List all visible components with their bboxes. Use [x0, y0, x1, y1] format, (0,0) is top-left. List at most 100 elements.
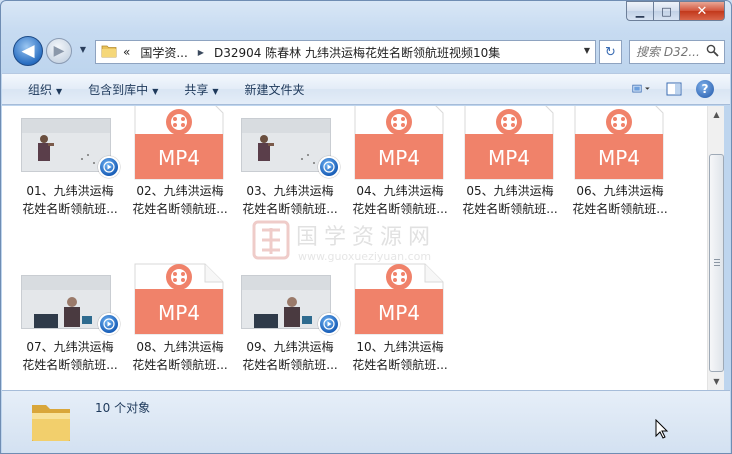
include-in-library-label: 包含到库中: [88, 82, 149, 97]
file-item[interactable]: 03、九纬洪运梅 花姓名断领航班...: [238, 106, 342, 226]
view-options-icon[interactable]: [632, 79, 652, 99]
file-name: 05、九纬洪运梅 花姓名断领航班...: [458, 182, 562, 218]
mp4-file-icon: MP4: [348, 106, 452, 182]
mp4-document-icon: MP4: [574, 106, 664, 180]
maximize-button[interactable]: □: [653, 1, 679, 21]
file-name-line2: 花姓名断领航班...: [242, 358, 338, 372]
mp4-document-icon: MP4: [134, 263, 224, 335]
file-item[interactable]: MP4 08、九纬洪运梅 花姓名断领航班...: [128, 262, 232, 382]
search-box[interactable]: [629, 40, 725, 64]
mp4-badge-text: MP4: [488, 146, 530, 170]
address-bar[interactable]: « 国学资... ▶ D32904 陈春林 九纬洪运梅花姓名断领航班视频10集 …: [95, 40, 596, 64]
breadcrumb-parent[interactable]: 国学资...: [140, 44, 187, 61]
video-thumbnail: [238, 106, 342, 182]
file-name: 09、九纬洪运梅 花姓名断领航班...: [238, 338, 342, 374]
folder-large-icon: [32, 405, 70, 441]
file-name-line2: 花姓名断领航班...: [352, 358, 448, 372]
mp4-file-icon: MP4: [128, 106, 232, 182]
mp4-badge-text: MP4: [378, 301, 420, 325]
mp4-document-icon: MP4: [464, 106, 554, 180]
preview-pane-icon[interactable]: [664, 79, 684, 99]
magnifier-icon[interactable]: [706, 44, 719, 61]
file-name: 10、九纬洪运梅 花姓名断领航班...: [348, 338, 452, 374]
media-player-badge-icon: [318, 313, 340, 335]
file-name-line2: 花姓名断领航班...: [572, 202, 668, 216]
vertical-scrollbar[interactable]: ▲ ▼: [707, 106, 724, 390]
file-item[interactable]: MP4 06、九纬洪运梅 花姓名断领航班...: [568, 106, 672, 226]
file-item[interactable]: MP4 10、九纬洪运梅 花姓名断领航班...: [348, 262, 452, 382]
file-item[interactable]: MP4 02、九纬洪运梅 花姓名断领航班...: [128, 106, 232, 226]
mp4-file-icon: MP4: [568, 106, 672, 182]
breadcrumb-current[interactable]: D32904 陈春林 九纬洪运梅花姓名断领航班视频10集: [214, 44, 500, 61]
organize-label: 组织: [28, 82, 53, 97]
file-item[interactable]: MP4 04、九纬洪运梅 花姓名断领航班...: [348, 106, 452, 226]
command-bar: 组织 ▼ 包含到库中 ▼ 共享 ▼ 新建文件夹 ?: [2, 73, 730, 105]
file-name-line2: 花姓名断领航班...: [22, 358, 118, 372]
share-menu[interactable]: 共享 ▼: [184, 81, 218, 98]
file-item[interactable]: MP4 05、九纬洪运梅 花姓名断领航班...: [458, 106, 562, 226]
file-name-line2: 花姓名断领航班...: [132, 202, 228, 216]
file-name-line1: 06、九纬洪运梅: [576, 184, 664, 198]
organize-menu[interactable]: 组织 ▼: [28, 81, 62, 98]
file-name-line2: 花姓名断领航班...: [22, 202, 118, 216]
file-name-line1: 04、九纬洪运梅: [356, 184, 444, 198]
scroll-up-icon[interactable]: ▲: [708, 106, 725, 123]
file-name-line2: 花姓名断领航班...: [352, 202, 448, 216]
address-dropdown-icon[interactable]: ▼: [584, 46, 590, 55]
mp4-file-icon: MP4: [128, 262, 232, 338]
file-item[interactable]: 07、九纬洪运梅 花姓名断领航班...: [18, 262, 122, 382]
mp4-document-icon: MP4: [354, 106, 444, 180]
caption-buttons: ▁ □ ✕: [626, 1, 725, 21]
file-name-line2: 花姓名断领航班...: [132, 358, 228, 372]
file-item[interactable]: 01、九纬洪运梅 花姓名断领航班...: [18, 106, 122, 226]
close-button[interactable]: ✕: [679, 1, 725, 21]
video-thumbnail: [18, 106, 122, 182]
breadcrumb-separator-icon[interactable]: ▶: [198, 48, 204, 57]
mouse-cursor-icon: [655, 419, 669, 439]
file-name: 02、九纬洪运梅 花姓名断领航班...: [128, 182, 232, 218]
chevron-down-icon: ▼: [56, 86, 63, 96]
forward-button[interactable]: ▶: [46, 38, 72, 64]
file-name: 03、九纬洪运梅 花姓名断领航班...: [238, 182, 342, 218]
toolbar-right-group: ?: [632, 79, 714, 99]
mp4-document-icon: MP4: [134, 106, 224, 180]
new-folder-button[interactable]: 新建文件夹: [245, 81, 305, 98]
file-list-pane[interactable]: 国学资源网 www.guoxueziyuan.com 01、九纬洪运梅 花姓名断领…: [2, 106, 707, 390]
media-player-badge-icon: [98, 156, 120, 178]
mp4-document-icon: MP4: [354, 263, 444, 335]
recent-pages-dropdown[interactable]: ▼: [77, 45, 89, 57]
file-name-line1: 01、九纬洪运梅: [26, 184, 114, 198]
file-name-line2: 花姓名断领航班...: [462, 202, 558, 216]
new-folder-label: 新建文件夹: [244, 82, 305, 97]
scroll-thumb[interactable]: [709, 154, 724, 372]
refresh-button[interactable]: ↻: [599, 40, 622, 64]
mp4-file-icon: MP4: [458, 106, 562, 182]
mp4-badge-text: MP4: [158, 301, 200, 325]
media-player-badge-icon: [98, 313, 120, 335]
include-in-library-menu[interactable]: 包含到库中 ▼: [88, 81, 158, 98]
help-button[interactable]: ?: [696, 80, 714, 98]
file-name-line1: 09、九纬洪运梅: [246, 340, 334, 354]
watermark-title: 国学资源网: [296, 225, 436, 250]
forward-arrow-icon: ▶: [53, 43, 65, 59]
file-name-line1: 03、九纬洪运梅: [246, 184, 334, 198]
file-name-line1: 05、九纬洪运梅: [466, 184, 554, 198]
refresh-icon: ↻: [605, 44, 616, 60]
minimize-button[interactable]: ▁: [626, 1, 653, 21]
folder-icon: [101, 44, 117, 61]
scroll-down-icon[interactable]: ▼: [708, 373, 725, 390]
mp4-badge-text: MP4: [598, 146, 640, 170]
search-input[interactable]: [630, 45, 706, 59]
back-button[interactable]: ◀: [13, 36, 43, 66]
explorer-window: ▁ □ ✕ ◀ ▶ ▼ « 国学资... ▶ D32904 陈春林 九纬洪运梅花…: [0, 0, 732, 454]
chevron-down-icon: ▼: [152, 86, 159, 96]
file-name: 08、九纬洪运梅 花姓名断领航班...: [128, 338, 232, 374]
details-pane: 10 个对象: [2, 390, 730, 453]
media-player-badge-icon: [318, 156, 340, 178]
file-name: 07、九纬洪运梅 花姓名断领航班...: [18, 338, 122, 374]
file-name-line1: 02、九纬洪运梅: [136, 184, 224, 198]
grip-icon: [714, 259, 720, 266]
file-item[interactable]: 09、九纬洪运梅 花姓名断领航班...: [238, 262, 342, 382]
address-overflow-chevron[interactable]: «: [123, 45, 130, 59]
video-thumbnail: [238, 262, 342, 338]
